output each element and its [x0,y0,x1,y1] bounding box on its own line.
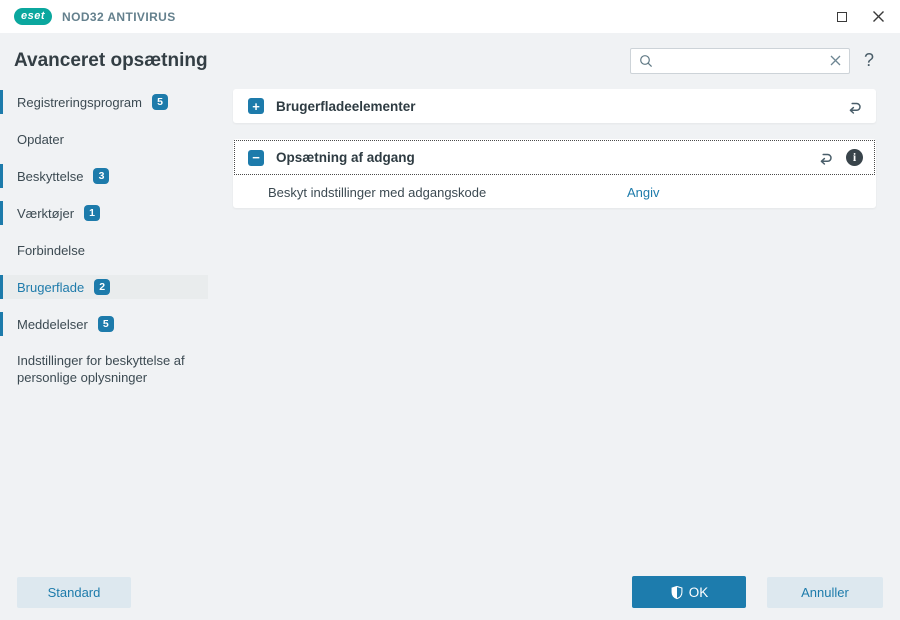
main-content: + Brugerfladeelementer − Opsætning af ad… [233,89,876,224]
cancel-button[interactable]: Annuller [767,576,883,608]
sidebar-item-label: Registreringsprogram [17,94,142,110]
close-button[interactable] [870,9,886,25]
section-brugerfladeelementer: + Brugerfladeelementer [233,89,876,123]
close-icon [872,11,884,22]
sidebar-item-forbindelse[interactable]: Forbindelse [0,238,208,262]
revert-to-default-icon[interactable] [817,149,834,166]
sidebar-item-label: Opdater [17,131,64,147]
window-controls [834,9,886,25]
sidebar-item-label: Værktøjer [17,205,75,221]
footer: Standard OK Annuller [0,576,900,608]
page-header: Avanceret opsætning ? [0,33,900,88]
uac-shield-icon [671,585,683,599]
minimize-icon [837,11,847,22]
sidebar-item-meddelelser[interactable]: Meddelelser 5 [0,312,208,336]
window-title: NOD32 ANTIVIRUS [62,9,176,24]
setting-row-password-protect: Beskyt indstillinger med adgangskode Ang… [233,176,876,208]
sidebar-item-label: Beskyttelse [17,168,84,184]
count-badge: 5 [97,316,114,332]
sidebar-item-registreringsprogram[interactable]: Registreringsprogram 5 [0,90,208,114]
ok-button-label: OK [688,584,709,600]
section-title: Brugerfladeelementer [276,98,416,114]
revert-to-default-icon[interactable] [846,98,863,115]
collapse-icon[interactable]: − [248,149,264,166]
info-icon[interactable]: i [846,149,863,166]
help-icon[interactable]: ? [864,50,874,71]
sidebar-item-brugerflade[interactable]: Brugerflade 2 [0,275,208,299]
header-right: ? [629,47,874,74]
sidebar-item-vaerktoejer[interactable]: Værktøjer 1 [0,201,208,225]
search-icon [640,54,653,67]
count-badge: 3 [93,168,110,184]
sidebar-item-label: Forbindelse [17,242,85,258]
sidebar-item-beskyttelse[interactable]: Beskyttelse 3 [0,164,208,188]
section-header-brugerfladeelementer[interactable]: + Brugerfladeelementer [233,89,876,123]
sidebar-item-opdater[interactable]: Opdater [0,127,208,151]
sidebar-item-label: Brugerflade [17,279,85,295]
standard-button[interactable]: Standard [17,576,131,608]
section-header-opsaetning-af-adgang[interactable]: − Opsætning af adgang i [233,139,876,176]
page-title: Avanceret opsætning [14,49,208,71]
eset-logo: eset [14,8,53,25]
search-box[interactable] [629,47,850,74]
titlebar: eset NOD32 ANTIVIRUS [0,0,900,33]
setting-label: Beskyt indstillinger med adgangskode [268,184,487,200]
count-badge: 2 [94,279,111,295]
sidebar-item-indstillinger-beskyttelse-personlige-oplysninger[interactable]: Indstillinger for beskyttelse af personl… [0,349,208,386]
count-badge: 5 [152,94,168,110]
search-input[interactable] [658,53,824,68]
clear-search-icon[interactable] [830,55,841,66]
section-opsaetning-af-adgang: − Opsætning af adgang i Beskyt indstilli… [233,139,876,208]
sidebar: Registreringsprogram 5 Opdater Beskyttel… [0,88,208,399]
minimize-button[interactable] [834,9,850,25]
section-title: Opsætning af adgang [276,150,415,165]
ok-button[interactable]: OK [632,576,746,608]
expand-icon[interactable]: + [248,98,264,114]
count-badge: 1 [84,205,101,221]
sidebar-item-label: Meddelelser [17,316,88,332]
sidebar-item-label: Indstillinger for beskyttelse af personl… [17,353,185,385]
angiv-link[interactable]: Angiv [627,185,660,200]
